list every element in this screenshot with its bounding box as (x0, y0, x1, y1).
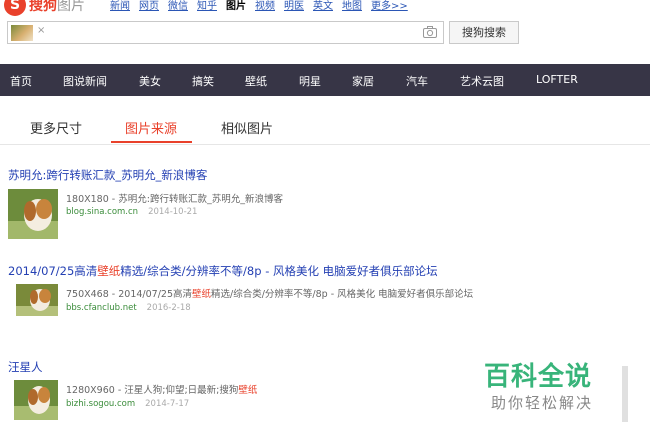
result-source-1[interactable]: blog.sina.com.cn (66, 207, 138, 217)
result-thumbnail-3[interactable] (14, 380, 58, 420)
result-meta-3: bizhi.sogou.com 2014-7-17 (66, 399, 189, 409)
watermark-title: 百科全说 (484, 362, 593, 392)
result-desc-3-part-a: 1280X960 - 汪星人狗;仰望;日最新;搜狗 (66, 385, 239, 396)
category-wallpaper[interactable]: 壁纸 (245, 73, 267, 89)
category-home-decor[interactable]: 家居 (352, 73, 374, 89)
top-link-english[interactable]: 英文 (313, 0, 333, 12)
top-link-video[interactable]: 视频 (255, 0, 275, 12)
category-bar: 首页 图说新闻 美女 搞笑 壁纸 明星 家居 汽车 艺术云图 LOFTER (0, 64, 650, 96)
logo-text: 搜狗 (29, 0, 57, 14)
result-desc-2-highlight: 壁纸 (192, 289, 212, 300)
top-link-news[interactable]: 新闻 (110, 0, 130, 12)
category-beauty[interactable]: 美女 (139, 73, 161, 89)
result-tabs: 更多尺寸 图片来源 相似图片 (0, 108, 650, 145)
top-link-medical[interactable]: 明医 (284, 0, 304, 12)
category-picture-news[interactable]: 图说新闻 (63, 73, 107, 89)
query-image-thumbnail (11, 25, 33, 41)
result-desc-2-part-a: 750X468 - 2014/07/25高清 (66, 289, 192, 300)
category-stars[interactable]: 明星 (299, 73, 321, 89)
result-title-2-part-a: 2014/07/25高清 (8, 264, 98, 278)
result-desc-2-part-b: 精选/综合类/分辨率不等/8p - 风格美化 电脑爱好者俱乐部论坛 (211, 289, 474, 300)
result-meta-1: blog.sina.com.cn 2014-10-21 (66, 207, 197, 217)
result-source-2[interactable]: bbs.cfanclub.net (66, 303, 137, 313)
result-title-1[interactable]: 苏明允:跨行转账汇款_苏明允_新浪博客 (8, 167, 207, 183)
top-link-weixin[interactable]: 微信 (168, 0, 188, 12)
top-link-images[interactable]: 图片 (226, 0, 246, 12)
category-funny[interactable]: 搞笑 (192, 73, 214, 89)
result-date-2: 2016-2-18 (146, 303, 191, 313)
sogou-s-icon: S (4, 0, 26, 16)
top-link-map[interactable]: 地图 (342, 0, 362, 12)
camera-icon[interactable] (423, 26, 437, 38)
category-home[interactable]: 首页 (10, 73, 32, 89)
result-date-1: 2014-10-21 (148, 207, 198, 217)
result-title-2-highlight: 壁纸 (97, 264, 121, 278)
result-title-2[interactable]: 2014/07/25高清壁纸精选/综合类/分辨率不等/8p - 风格美化 电脑爱… (8, 263, 438, 279)
logo-suffix: 图片 (57, 0, 85, 14)
tab-more-sizes[interactable]: 更多尺寸 (30, 118, 82, 137)
page-edge-divider (622, 366, 628, 422)
search-button[interactable]: 搜狗搜索 (449, 21, 519, 44)
category-art-cloud[interactable]: 艺术云图 (460, 73, 504, 89)
result-source-3[interactable]: bizhi.sogou.com (66, 399, 135, 409)
result-thumbnail-1[interactable] (8, 189, 58, 239)
top-nav: S 搜狗图片 新闻 网页 微信 知乎 图片 视频 明医 英文 地图 更多>> (0, 0, 650, 16)
top-link-zhihu[interactable]: 知乎 (197, 0, 217, 12)
result-meta-2: bbs.cfanclub.net 2016-2-18 (66, 303, 191, 313)
top-link-more[interactable]: 更多>> (371, 0, 408, 12)
tab-similar-images[interactable]: 相似图片 (221, 118, 273, 137)
top-links: 新闻 网页 微信 知乎 图片 视频 明医 英文 地图 更多>> (110, 0, 417, 12)
category-lofter[interactable]: LOFTER (536, 73, 578, 86)
remove-image-icon[interactable]: × (37, 25, 45, 36)
tab-image-source[interactable]: 图片来源 (125, 118, 177, 137)
result-desc-3-highlight: 壁纸 (238, 385, 258, 396)
result-thumbnail-2[interactable] (16, 284, 58, 316)
result-title-2-part-b: 精选/综合类/分辨率不等/8p - 风格美化 电脑爱好者俱乐部论坛 (120, 264, 438, 278)
result-date-3: 2014-7-17 (145, 399, 190, 409)
result-desc-2: 750X468 - 2014/07/25高清壁纸精选/综合类/分辨率不等/8p … (66, 286, 473, 300)
active-tab-indicator (111, 141, 192, 143)
result-desc-1: 180X180 - 苏明允:跨行转账汇款_苏明允_新浪博客 (66, 194, 283, 205)
category-cars[interactable]: 汽车 (406, 73, 428, 89)
watermark-subtitle: 助你轻松解决 (491, 394, 594, 412)
search-input[interactable]: × (7, 21, 444, 44)
sogou-logo[interactable]: S 搜狗图片 (4, 0, 85, 16)
top-link-web[interactable]: 网页 (139, 0, 159, 12)
result-title-3[interactable]: 汪星人 (8, 359, 43, 375)
result-desc-3: 1280X960 - 汪星人狗;仰望;日最新;搜狗壁纸 (66, 382, 257, 396)
